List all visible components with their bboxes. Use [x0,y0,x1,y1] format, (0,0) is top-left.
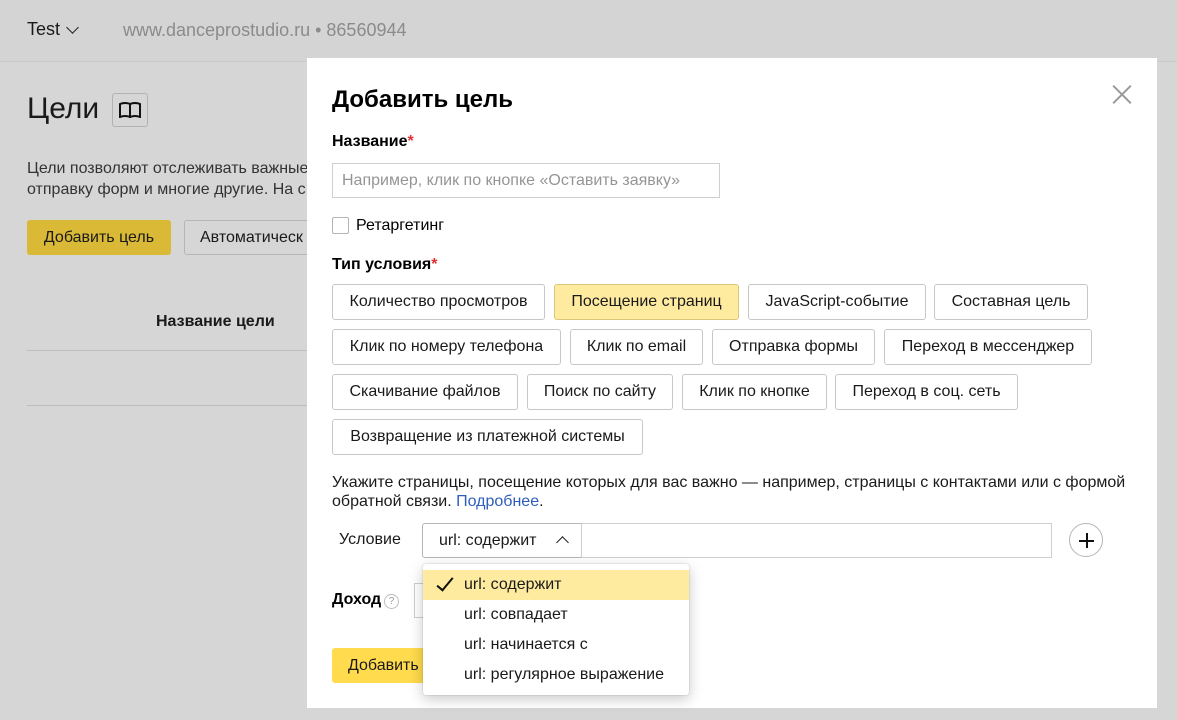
goal-name-input[interactable] [332,163,720,198]
condition-type-social[interactable]: Переход в соц. сеть [835,374,1018,410]
income-label: Доход [332,591,382,608]
auto-goals-button[interactable]: Автоматическ [184,220,324,255]
condition-type-site-search[interactable]: Поиск по сайту [527,374,673,410]
chevron-down-icon [66,20,79,34]
condition-operator-select[interactable]: url: содержит [422,523,582,558]
table-divider [27,350,317,351]
table-divider [27,405,317,406]
condition-type-label: Тип условия* [332,256,437,274]
help-text-period: . [539,493,544,510]
dropdown-option-label: url: регулярное выражение [464,666,664,683]
dropdown-option-label: url: совпадает [464,606,568,623]
help-text-body: Укажите страницы, посещение которых для … [332,474,1126,510]
counter-selector[interactable]: Test [27,19,79,40]
book-icon [119,102,141,118]
site-info: www.danceprostudio.ru • 86560944 [123,20,407,40]
condition-type-email-click[interactable]: Клик по email [570,329,703,365]
question-icon[interactable]: ? [384,594,399,609]
condition-type-messenger[interactable]: Переход в мессенджер [884,329,1092,365]
learn-more-link[interactable]: Подробнее [456,493,539,510]
plus-icon[interactable] [1069,523,1103,557]
name-label: Название* [332,133,414,151]
check-icon [436,573,454,592]
retargeting-checkbox[interactable] [332,217,349,234]
close-icon[interactable] [1110,82,1134,106]
page-description-line: отправку форм и многие другие. На с [27,181,306,198]
condition-operator-value: url: содержит [439,532,537,549]
condition-type-payment-return[interactable]: Возвращение из платежной системы [332,419,643,455]
dropdown-option-equals[interactable]: url: совпадает [423,600,689,630]
condition-type-composite[interactable]: Составная цель [934,284,1088,320]
condition-url-input[interactable] [581,523,1052,558]
condition-type-page-visit[interactable]: Посещение страниц [554,284,739,320]
retargeting-label[interactable]: Ретаргетинг [356,217,444,235]
add-goal-button[interactable]: Добавить цель [27,220,171,255]
condition-type-views[interactable]: Количество просмотров [332,284,545,320]
name-label-text: Название [332,133,408,150]
dropdown-option-label: url: начинается с [464,636,588,653]
top-bar: Test www.danceprostudio.ru • 86560944 [0,0,1177,62]
column-header-goal-name: Название цели [156,313,275,330]
counter-name: Test [27,19,61,39]
condition-type-phone-click[interactable]: Клик по номеру телефона [332,329,561,365]
dropdown-option-contains[interactable]: url: содержит [423,570,689,600]
condition-type-label-text: Тип условия [332,256,432,273]
required-mark: * [431,256,438,273]
condition-type-js-event[interactable]: JavaScript-событие [748,284,926,320]
condition-type-button-click[interactable]: Клик по кнопке [682,374,827,410]
dropdown-option-regex[interactable]: url: регулярное выражение [423,660,689,690]
page-description-line: Цели позволяют отслеживать важные [27,160,309,177]
page-title: Цели [27,92,100,125]
dropdown-option-label: url: содержит [464,576,562,593]
condition-operator-dropdown: url: содержит url: совпадает url: начина… [423,564,689,695]
condition-type-file-download[interactable]: Скачивание файлов [332,374,518,410]
help-book-button[interactable] [112,93,148,127]
modal-title: Добавить цель [332,86,514,113]
condition-help-text: Укажите страницы, посещение которых для … [332,473,1142,511]
condition-label: Условие [339,531,401,548]
submit-add-goal-button[interactable]: Добавить [332,648,432,683]
dropdown-option-starts-with[interactable]: url: начинается с [423,630,689,660]
condition-type-form-submit[interactable]: Отправка формы [712,329,875,365]
required-mark: * [407,133,414,150]
chevron-up-icon [556,536,569,549]
